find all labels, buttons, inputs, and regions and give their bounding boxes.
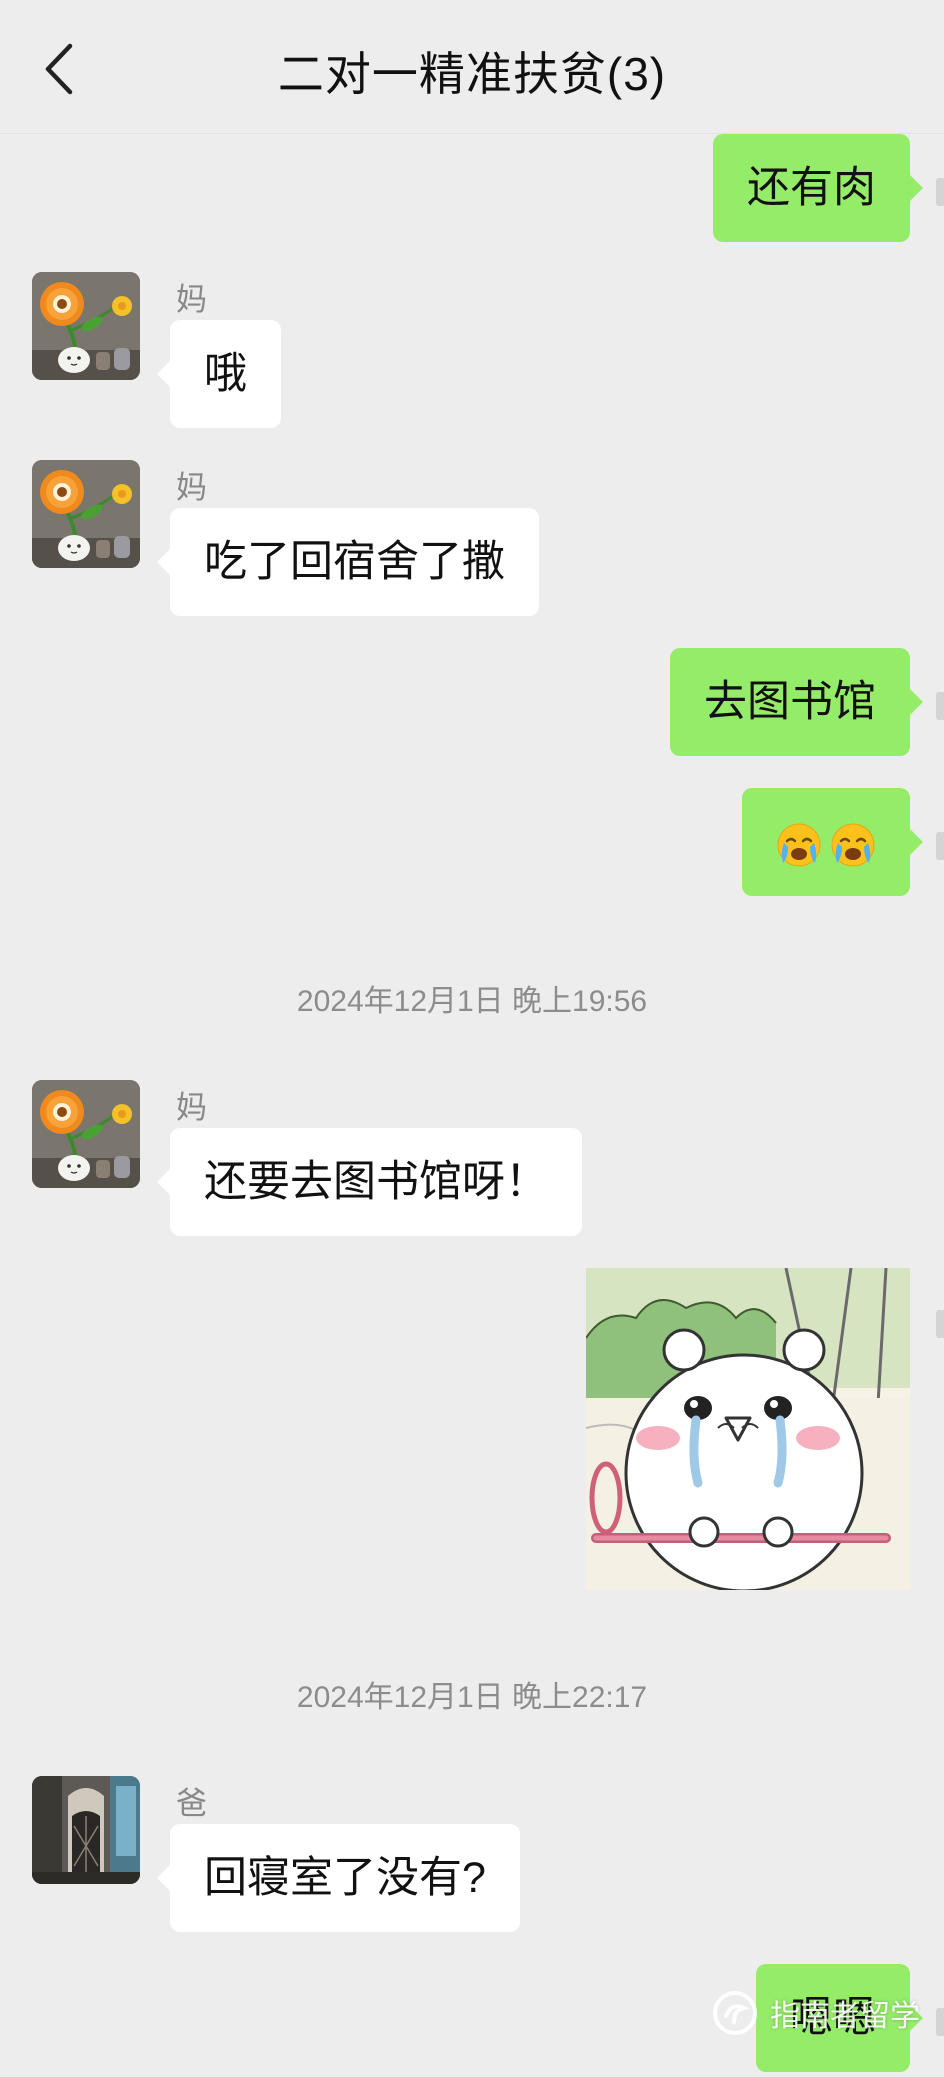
self-avatar-edge [936,178,944,206]
crying-face-icon [831,823,875,867]
message-bubble-outgoing[interactable]: 还有肉 [713,134,923,242]
message-bubble-incoming[interactable]: 回寝室了没有? [157,1824,520,1932]
sender-name: 爸 [176,1786,207,1821]
sender-name: 妈 [176,282,207,317]
message-bubble-outgoing-emoji[interactable] [742,788,923,896]
timestamp: 2024年12月1日 晚上22:17 [296,1681,648,1714]
self-avatar-edge [936,2008,944,2036]
sunflower-avatar-icon [32,1080,140,1188]
balcony-photo-avatar-icon [32,1776,140,1884]
self-avatar-edge [936,692,944,720]
sunflower-avatar-icon [32,272,140,380]
crying-face-icon [777,823,821,867]
avatar-mom[interactable] [32,460,140,568]
self-avatar-edge [936,1310,944,1338]
avatar-mom[interactable] [32,1080,140,1188]
chat-header: 二对一精准扶贫(3) [0,0,944,134]
logo-swirl-icon [713,1991,757,2035]
message-bubble-incoming[interactable]: 吃了回宿舍了撒 [157,508,539,616]
timestamp: 2024年12月1日 晚上19:56 [296,985,648,1018]
message-bubble-incoming[interactable]: 还要去图书馆呀！ [157,1128,582,1236]
self-avatar-edge [936,832,944,860]
sender-name: 妈 [176,470,207,505]
watermark: 指南者留学 [710,1985,920,2041]
avatar-mom[interactable] [32,272,140,380]
avatar-dad[interactable] [32,1776,140,1884]
crying-hamster-sticker[interactable] [586,1268,910,1590]
sender-name: 妈 [176,1090,207,1125]
chat-title: 二对一精准扶贫(3) [277,48,667,100]
sunflower-avatar-icon [32,460,140,568]
watermark-text: 指南者留学 [770,2000,920,2033]
message-bubble-outgoing[interactable]: 去图书馆 [670,648,923,756]
message-bubble-incoming[interactable]: 哦 [157,320,281,428]
